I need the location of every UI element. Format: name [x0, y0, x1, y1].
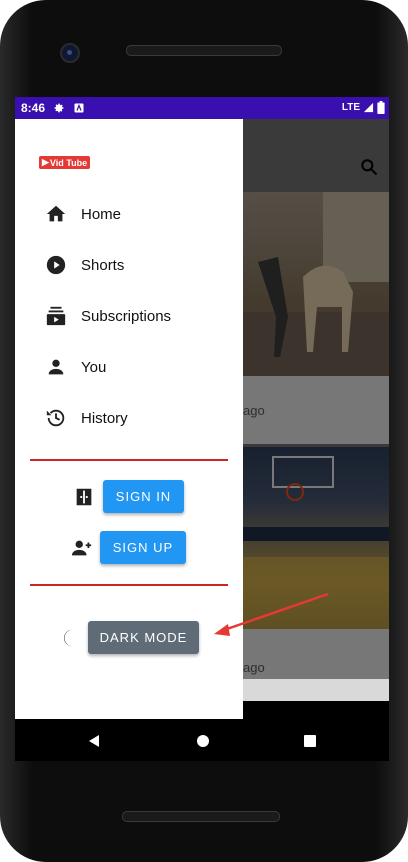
sign-in-button[interactable]: SIGN IN: [103, 480, 184, 513]
nav-label-subscriptions: Subscriptions: [81, 307, 172, 325]
subscriptions-icon: [46, 306, 66, 326]
nav-item-subscriptions[interactable]: Subscriptions: [15, 294, 243, 338]
divider-top: [30, 459, 228, 461]
sign-in-label: SIGN IN: [115, 489, 172, 504]
history-icon: [46, 409, 65, 427]
signal-icon: [363, 102, 374, 113]
dark-mode-button[interactable]: DARK MODE: [88, 621, 199, 654]
screen: 8:46 LTE ago ago ▶ Vid Tube Home Shorts …: [15, 97, 389, 761]
bottom-speaker: [122, 811, 280, 822]
sign-up-label: SIGN UP: [112, 540, 174, 555]
status-bar: 8:46 LTE: [15, 97, 389, 119]
home-button-icon[interactable]: [197, 735, 209, 747]
moon-icon: [64, 629, 73, 647]
nav-label-shorts: Shorts: [81, 256, 125, 274]
nav-item-you[interactable]: You: [15, 345, 243, 389]
person-icon: [48, 359, 64, 375]
top-speaker: [126, 45, 282, 56]
door-login-icon: [76, 488, 92, 506]
nav-label-you: You: [81, 358, 107, 376]
nav-label-home: Home: [81, 205, 122, 223]
front-camera: [60, 43, 80, 63]
home-icon: [46, 205, 66, 222]
status-time: 8:46: [21, 101, 46, 115]
recents-icon[interactable]: [304, 735, 316, 747]
navigation-drawer: ▶ Vid Tube Home Shorts Subscriptions You: [15, 119, 243, 720]
add-person-icon: [71, 540, 92, 556]
phone-frame: 8:46 LTE ago ago ▶ Vid Tube Home Shorts …: [0, 0, 408, 862]
play-circle-icon: [46, 255, 66, 275]
app-logo: ▶ Vid Tube: [39, 156, 91, 169]
divider-bottom: [30, 584, 228, 586]
network-label: LTE: [341, 102, 360, 113]
nav-label-history: History: [81, 409, 128, 427]
nav-item-shorts[interactable]: Shorts: [15, 243, 243, 287]
settings-icon: [54, 103, 64, 113]
logo-play-icon: ▶: [42, 157, 49, 167]
sign-up-button[interactable]: SIGN UP: [100, 531, 186, 564]
app-notification-icon: [74, 103, 84, 113]
dark-mode-label: DARK MODE: [99, 630, 188, 645]
back-icon[interactable]: [87, 734, 101, 748]
status-right: LTE: [342, 101, 385, 114]
battery-icon: [377, 101, 385, 114]
nav-item-history[interactable]: History: [15, 396, 243, 440]
nav-item-home[interactable]: Home: [15, 192, 243, 236]
logo-text: Vid Tube: [49, 157, 88, 168]
